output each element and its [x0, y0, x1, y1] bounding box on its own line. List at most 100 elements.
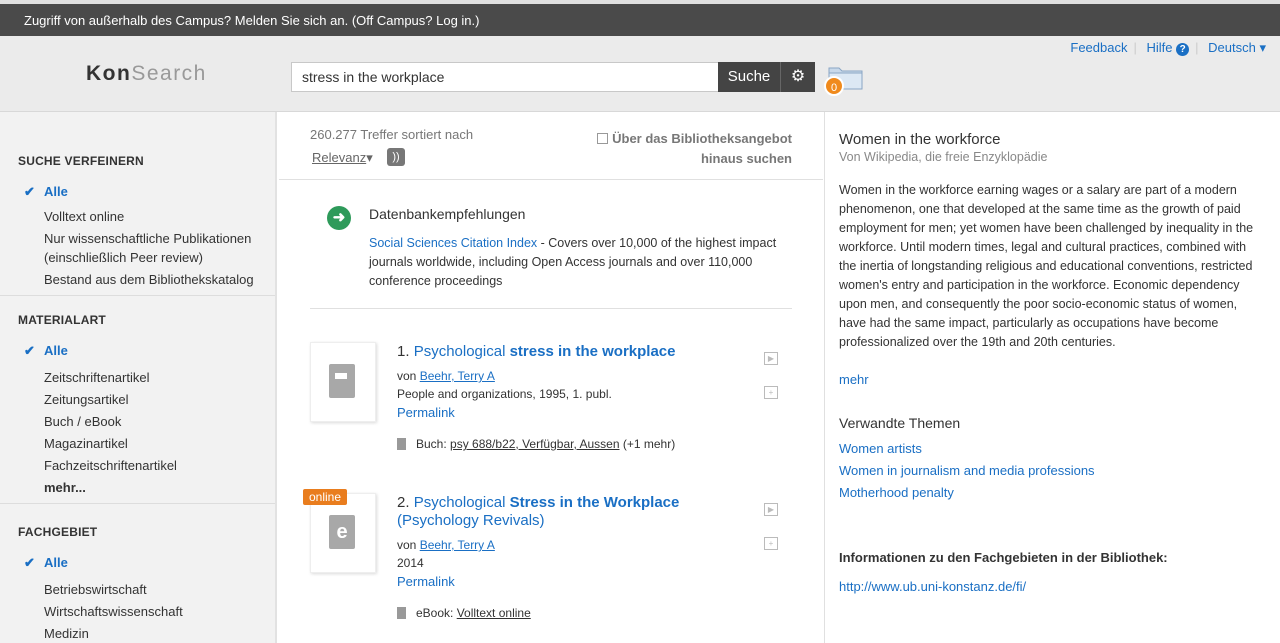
- db-rec-link[interactable]: Social Sciences Citation Index: [369, 236, 537, 250]
- facet-item-label: Alle: [44, 184, 68, 199]
- subject-info-link[interactable]: http://www.ub.uni-konstanz.de/fi/: [839, 579, 1026, 594]
- holding-link[interactable]: psy 688/b22, Verfügbar, Aussen: [450, 437, 619, 451]
- results-pane: 260.277 Treffer sortiert nach Relevanz▾ …: [279, 112, 823, 643]
- result-author: von Beehr, Terry A: [397, 538, 495, 552]
- gear-icon[interactable]: ⚙: [780, 62, 815, 92]
- subject-info-title: Informationen zu den Fachgebieten in der…: [839, 550, 1168, 565]
- author-link[interactable]: Beehr, Terry A: [420, 538, 495, 552]
- facet-item-label: Alle: [44, 555, 68, 570]
- rss-icon[interactable]: )): [387, 148, 405, 166]
- facet-subject: FACHGEBIET ✔ Alle Betriebswirtschaft Wirt…: [0, 504, 275, 643]
- result-publication: People and organizations, 1995, 1. publ.: [397, 387, 612, 401]
- facet-item-business[interactable]: Betriebswirtschaft: [18, 580, 275, 599]
- related-topic-link[interactable]: Motherhood penalty: [839, 485, 954, 500]
- title-part: Psychological: [413, 494, 510, 511]
- holding-extra: (+1 mehr): [622, 437, 676, 451]
- wiki-title: Women in the workforce: [839, 131, 1001, 148]
- permalink[interactable]: Permalink: [397, 574, 455, 589]
- facet-title: MATERIALART: [18, 313, 106, 327]
- holding-link[interactable]: Volltext online: [457, 606, 531, 620]
- book-thumbnail[interactable]: [310, 342, 376, 422]
- facet-item-magazine[interactable]: Magazinartikel: [18, 434, 275, 453]
- chevron-down-icon: ▾: [1259, 40, 1266, 55]
- beyond-library-option[interactable]: Über das Bibliotheksangebot hinaus suche…: [552, 129, 792, 169]
- ebook-thumbnail[interactable]: e: [310, 493, 376, 573]
- facet-item-fulltext[interactable]: Volltext online: [18, 207, 275, 226]
- facet-item-journal-articles[interactable]: Zeitschriftenartikel: [18, 368, 275, 387]
- check-icon: ✔: [24, 555, 35, 570]
- facet-item-catalog[interactable]: Bestand aus dem Bibliothekskatalog: [18, 270, 275, 289]
- facet-item-book-ebook[interactable]: Buch / eBook: [18, 412, 275, 431]
- sidebar: SUCHE VERFEINERN ✔ Alle Volltext online N…: [0, 112, 277, 643]
- feedback-link[interactable]: Feedback: [1070, 40, 1127, 55]
- title-highlight: Stress in the Workplace: [509, 494, 680, 511]
- related-topic-link[interactable]: Women in journalism and media profession…: [839, 463, 1095, 478]
- related-topic-link[interactable]: Women artists: [839, 441, 922, 456]
- preview-icon[interactable]: ▶: [764, 503, 778, 516]
- ebook-icon: e: [329, 515, 355, 549]
- facet-title: FACHGEBIET: [18, 525, 98, 539]
- facet-item-economics[interactable]: Wirtschaftswissenschaft: [18, 602, 275, 621]
- holding-info: Buch: psy 688/b22, Verfügbar, Aussen (+1…: [397, 437, 675, 451]
- divider: |: [1195, 40, 1199, 55]
- beyond-checkbox[interactable]: [597, 133, 609, 144]
- book-icon: [397, 438, 406, 450]
- logo-kon: Kon: [86, 62, 132, 85]
- add-to-folder-icon[interactable]: +: [764, 386, 778, 399]
- language-label: Deutsch: [1208, 40, 1256, 55]
- permalink[interactable]: Permalink: [397, 405, 455, 420]
- result-count: 260.277 Treffer sortiert nach: [310, 127, 474, 142]
- facet-item-all[interactable]: ✔ Alle: [18, 341, 275, 360]
- facet-material: MATERIALART ✔ Alle Zeitschriftenartikel Z…: [0, 296, 275, 497]
- search-button[interactable]: Suche: [718, 62, 780, 92]
- result-number: 1.: [397, 343, 410, 360]
- search-input[interactable]: stress in the workplace: [291, 62, 719, 92]
- chevron-down-icon: ▾: [366, 150, 373, 165]
- result-publication: 2014: [397, 556, 424, 570]
- sort-label: Relevanz: [312, 150, 367, 165]
- online-badge: online: [303, 489, 348, 505]
- facet-item-newspaper[interactable]: Zeitungsartikel: [18, 390, 275, 409]
- facet-item-all[interactable]: ✔ Alle: [18, 182, 275, 201]
- facet-more-link[interactable]: mehr...: [18, 478, 275, 497]
- wiki-more-link[interactable]: mehr: [839, 372, 869, 387]
- db-rec-title: Datenbankempfehlungen: [369, 206, 526, 222]
- preview-icon[interactable]: ▶: [764, 352, 778, 365]
- facet-item-medicine[interactable]: Medizin: [18, 624, 275, 643]
- result-author: von Beehr, Terry A: [397, 369, 495, 383]
- help-link[interactable]: Hilfe ?: [1146, 40, 1190, 56]
- login-banner[interactable]: Zugriff von außerhalb des Campus? Melden…: [0, 0, 1280, 36]
- holding-label: Buch:: [416, 437, 447, 451]
- beyond-label: Über das Bibliotheksangebot hinaus suche…: [612, 131, 792, 166]
- facet-item-all[interactable]: ✔ Alle: [18, 553, 275, 572]
- book-icon: [329, 364, 355, 398]
- by-label: von: [397, 369, 417, 383]
- db-rec-desc: Social Sciences Citation Index - Covers …: [369, 234, 779, 291]
- logo[interactable]: KonSearch: [86, 62, 207, 86]
- holding-info: eBook: Volltext online: [397, 606, 531, 620]
- arrow-right-icon: ➜: [327, 206, 351, 230]
- check-icon: ✔: [24, 184, 35, 199]
- related-topics-title: Verwandte Themen: [839, 415, 961, 431]
- facet-item-trade[interactable]: Fachzeitschriftenartikel: [18, 456, 275, 475]
- facet-item-label: Alle: [44, 343, 68, 358]
- title-part: (Psychology Revivals): [397, 512, 545, 529]
- divider: [310, 308, 792, 309]
- top-links: Feedback | Hilfe ? | Deutsch ▾: [1064, 40, 1266, 56]
- facet-item-peer-review[interactable]: Nur wissenschaftliche Publikationen (ein…: [18, 229, 283, 267]
- sort-select[interactable]: Relevanz▾: [312, 150, 373, 166]
- help-label: Hilfe: [1146, 40, 1173, 55]
- result-title[interactable]: 2. Psychological Stress in the Workplace…: [397, 494, 717, 530]
- language-select[interactable]: Deutsch ▾: [1208, 40, 1266, 55]
- login-banner-text[interactable]: Zugriff von außerhalb des Campus? Melden…: [24, 13, 479, 28]
- add-to-folder-icon[interactable]: +: [764, 537, 778, 550]
- result-title[interactable]: 1. Psychological stress in the workplace: [397, 343, 717, 361]
- result-number: 2.: [397, 494, 410, 511]
- divider: |: [1133, 40, 1137, 55]
- holding-label: eBook:: [416, 606, 454, 620]
- wiki-text: Women in the workforce earning wages or …: [839, 183, 1254, 349]
- title-part: Psychological: [413, 343, 510, 360]
- logo-search: Search: [131, 62, 207, 85]
- divider: [279, 179, 823, 180]
- author-link[interactable]: Beehr, Terry A: [420, 369, 495, 383]
